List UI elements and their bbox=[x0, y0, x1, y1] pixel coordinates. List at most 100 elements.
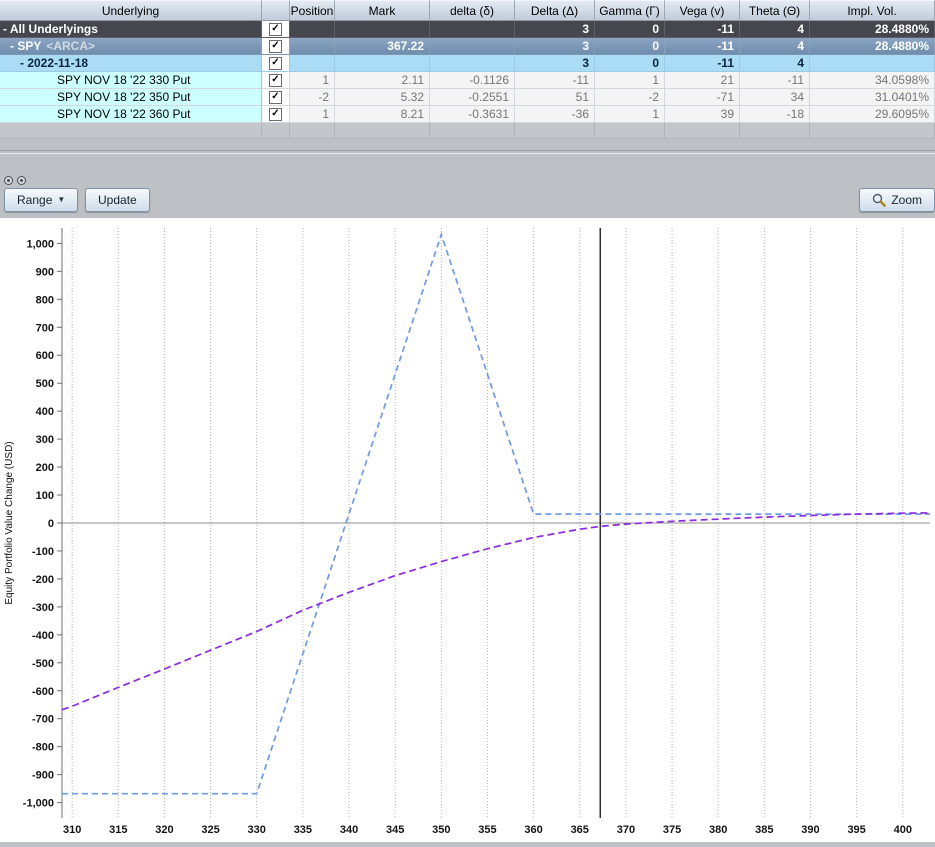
magnifier-icon bbox=[873, 193, 887, 207]
cell-delta: -11 bbox=[515, 72, 595, 89]
cell-delta-per-contract: -0.2551 bbox=[430, 89, 515, 106]
cell-impl-vol bbox=[810, 55, 935, 72]
row-checkbox[interactable]: ✓ bbox=[269, 39, 282, 53]
cell-impl-vol: 34.0598% bbox=[810, 72, 935, 89]
cell-delta bbox=[515, 123, 595, 139]
column-header-mark[interactable]: Mark bbox=[335, 0, 430, 21]
cell-position: -2 bbox=[290, 89, 335, 106]
cell-impl-vol: 29.6095% bbox=[810, 106, 935, 123]
chart-toolbar: Range ▼ Update Zoom bbox=[0, 139, 935, 218]
cell-vega bbox=[665, 123, 740, 139]
row-checkbox[interactable]: ✓ bbox=[269, 90, 282, 104]
cell-impl-vol: 31.0401% bbox=[810, 89, 935, 106]
underlying-cell[interactable]: SPY NOV 18 '22 360 Put bbox=[0, 106, 262, 123]
checkbox-cell: ✓ bbox=[262, 72, 290, 89]
cell-delta-per-contract bbox=[430, 55, 515, 72]
x-tick-label: 350 bbox=[432, 824, 450, 836]
row-checkbox[interactable]: ✓ bbox=[269, 56, 282, 70]
underlying-cell[interactable]: SPY NOV 18 '22 330 Put bbox=[0, 72, 262, 89]
underlying-cell[interactable]: - SPY <ARCA> bbox=[0, 38, 262, 55]
cell-theta: -11 bbox=[740, 72, 810, 89]
underlying-cell[interactable]: - 2022-11-18 bbox=[0, 55, 262, 72]
y-tick-label: 1,000 bbox=[26, 238, 54, 250]
checkbox-cell: ✓ bbox=[262, 38, 290, 55]
splitter-handle-icon[interactable] bbox=[17, 176, 26, 185]
cell-delta-per-contract: -0.3631 bbox=[430, 106, 515, 123]
positions-table: Underlying Position Mark delta (δ) Delta (Δ)… bbox=[0, 0, 935, 139]
y-tick-label: -600 bbox=[32, 686, 54, 698]
splitter-divider[interactable] bbox=[0, 150, 935, 154]
table-row: - 2022-11-18 ✓ 3 0 -11 4 bbox=[0, 55, 935, 72]
y-tick-label: 700 bbox=[36, 322, 54, 334]
column-header-underlying[interactable]: Underlying bbox=[0, 0, 262, 21]
cell-delta: 51 bbox=[515, 89, 595, 106]
column-header-position[interactable]: Position bbox=[290, 0, 335, 21]
new-position-button[interactable]: NEW bbox=[0, 123, 262, 139]
x-tick-label: 355 bbox=[478, 824, 496, 836]
cell-position bbox=[290, 123, 335, 139]
cell-delta-per-contract bbox=[430, 21, 515, 38]
cell-gamma: -2 bbox=[595, 89, 665, 106]
series-expiration-payoff bbox=[62, 231, 930, 795]
cell-vega: 39 bbox=[665, 106, 740, 123]
y-tick-label: 900 bbox=[36, 266, 54, 278]
cell-theta: 34 bbox=[740, 89, 810, 106]
x-tick-label: 325 bbox=[201, 824, 219, 836]
risk-navigator-window: Underlying Position Mark delta (δ) Delta (Δ)… bbox=[0, 0, 935, 842]
cell-vega: -71 bbox=[665, 89, 740, 106]
update-button[interactable]: Update bbox=[85, 188, 150, 212]
cell-mark bbox=[335, 123, 430, 139]
cell-delta: -36 bbox=[515, 106, 595, 123]
underlying-label: SPY NOV 18 '22 330 Put bbox=[57, 73, 191, 87]
cell-vega: -11 bbox=[665, 38, 740, 55]
column-header-impl-vol[interactable]: Impl. Vol. bbox=[810, 0, 935, 21]
cell-impl-vol: 28.4880% bbox=[810, 21, 935, 38]
range-button[interactable]: Range ▼ bbox=[4, 188, 79, 212]
cell-gamma: 0 bbox=[595, 38, 665, 55]
checkbox-cell: ✓ bbox=[262, 106, 290, 123]
x-tick-label: 370 bbox=[617, 824, 635, 836]
y-tick-label: -300 bbox=[32, 602, 54, 614]
y-tick-label: 300 bbox=[36, 434, 54, 446]
cell-impl-vol bbox=[810, 123, 935, 139]
update-button-label: Update bbox=[98, 193, 137, 207]
y-tick-label: -400 bbox=[32, 630, 54, 642]
checkbox-cell: ✓ bbox=[262, 21, 290, 38]
x-tick-label: 335 bbox=[294, 824, 312, 836]
column-header-delta[interactable]: Delta (Δ) bbox=[515, 0, 595, 21]
zoom-button[interactable]: Zoom bbox=[859, 188, 935, 212]
cell-delta: 3 bbox=[515, 21, 595, 38]
chart-svg: 1,000 900 800 700 600 500 400 300 200 100 0 -100 -20… bbox=[4, 228, 931, 836]
column-header-select[interactable] bbox=[262, 0, 290, 21]
column-header-vega-v[interactable]: Vega (v) bbox=[665, 0, 740, 21]
underlying-cell[interactable]: SPY NOV 18 '22 350 Put bbox=[0, 89, 262, 106]
exchange-label: <ARCA> bbox=[46, 39, 96, 53]
y-axis-title: Equity Portfolio Value Change (USD) bbox=[4, 441, 15, 604]
row-checkbox[interactable]: ✓ bbox=[269, 22, 282, 36]
x-tick-label: 310 bbox=[63, 824, 81, 836]
column-header-theta[interactable]: Theta (Θ) bbox=[740, 0, 810, 21]
underlying-cell[interactable]: - All Underlyings bbox=[0, 21, 262, 38]
cell-delta: 3 bbox=[515, 38, 595, 55]
table-row: SPY NOV 18 '22 330 Put ✓ 1 2.11 -0.1126 -11 1 2… bbox=[0, 72, 935, 89]
column-header-gamma[interactable]: Gamma (Γ) bbox=[595, 0, 665, 21]
checkbox-cell: ✓ bbox=[262, 89, 290, 106]
cell-delta-per-contract bbox=[430, 123, 515, 139]
underlying-label: - 2022-11-18 bbox=[20, 56, 89, 70]
x-tick-label: 340 bbox=[340, 824, 358, 836]
x-tick-label: 375 bbox=[663, 824, 681, 836]
x-tick-label: 380 bbox=[709, 824, 727, 836]
y-tick-label: -800 bbox=[32, 742, 54, 754]
x-tick-label: 365 bbox=[571, 824, 589, 836]
y-tick-label: 600 bbox=[36, 350, 54, 362]
underlying-label: - All Underlyings bbox=[3, 22, 98, 36]
row-checkbox[interactable]: ✓ bbox=[269, 107, 282, 121]
table-row: - All Underlyings ✓ 3 0 -11 4 28.4880% bbox=[0, 21, 935, 38]
cell-vega: -11 bbox=[665, 21, 740, 38]
cell-position bbox=[290, 55, 335, 72]
splitter-handle-icon[interactable] bbox=[4, 176, 13, 185]
cell-position: 1 bbox=[290, 106, 335, 123]
column-header-delta[interactable]: delta (δ) bbox=[430, 0, 515, 21]
y-tick-label: -500 bbox=[32, 658, 54, 670]
row-checkbox[interactable]: ✓ bbox=[269, 73, 282, 87]
